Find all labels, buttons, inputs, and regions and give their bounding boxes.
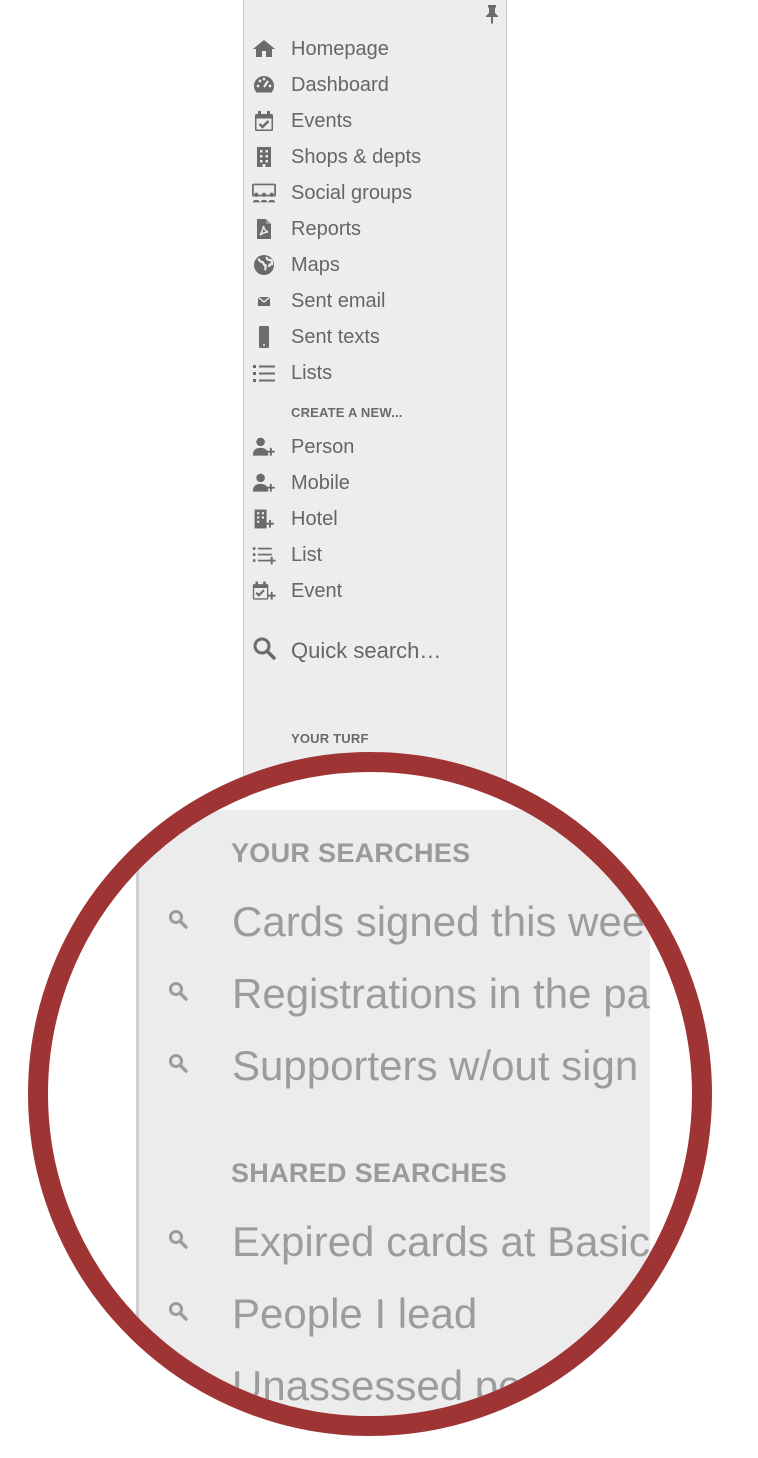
nav-label: List [291,543,323,566]
nav-label: Maps [291,253,340,276]
nav-lists[interactable]: Lists [244,355,506,391]
nav-sent-texts[interactable]: Sent texts [244,319,506,355]
shared-search-item[interactable]: Unassessed peopl [48,1362,650,1416]
pin-icon[interactable] [484,4,500,24]
create-person[interactable]: Person [244,429,506,465]
mobile-icon [252,325,276,349]
nav-label: Event [291,579,343,602]
nav-label: Reports [291,217,362,240]
your-turf-heading: YOUR TURF [291,731,369,746]
quick-search[interactable]: Quick search… [244,630,506,670]
shared-searches-heading: SHARED SEARCHES [231,1158,508,1188]
nav-shops-depts[interactable]: Shops & depts [244,139,506,175]
saved-search-item[interactable]: Registrations in the pa [48,970,650,1030]
calendar-check-icon [252,109,276,133]
nav-sent-email[interactable]: Sent email [244,283,506,319]
saved-search-item[interactable]: Cards signed this wee [48,898,650,958]
nav-label: Sent email [291,289,386,312]
nav-label: Mobile [291,471,350,494]
search-label: Cards signed this wee [232,898,646,945]
search-icon [252,636,278,662]
nav-dashboard[interactable]: Dashboard [244,67,506,103]
nav-label: Person [291,435,355,458]
nav-label: Lists [291,361,333,384]
building-icon [252,145,276,169]
nav-label: Hotel [291,507,338,530]
nav-social-groups[interactable]: Social groups [244,175,506,211]
nav-label: Shops & depts [291,145,422,168]
search-icon [165,1298,193,1326]
search-label: Registrations in the pa [232,970,650,1017]
search-label: People I lead [232,1290,478,1337]
add-event-icon [252,579,276,603]
create-mobile[interactable]: Mobile [244,465,506,501]
sidebar: Homepage Dashboard Events Shops & depts [243,0,507,790]
nav-events[interactable]: Events [244,103,506,139]
dashboard-icon [252,73,276,97]
create-hotel[interactable]: Hotel [244,501,506,537]
nav-homepage[interactable]: Homepage [244,31,506,67]
your-searches-heading: YOUR SEARCHES [231,838,471,868]
add-mobile-icon [252,471,276,495]
nav-maps[interactable]: Maps [244,247,506,283]
nav-label: Social groups [291,181,413,204]
search-label: Unassessed peopl [232,1362,578,1409]
shared-search-item[interactable]: People I lead [48,1290,650,1350]
envelope-icon [252,289,276,313]
search-icon [165,906,193,934]
saved-search-item[interactable]: Supporters w/out sign [48,1042,650,1102]
add-building-icon [252,507,276,531]
add-person-icon [252,435,276,459]
pdf-file-icon [252,217,276,241]
nav-label: Events [291,109,353,132]
group-icon [252,181,276,205]
create-event[interactable]: Event [244,573,506,609]
search-label: Supporters w/out sign [232,1042,639,1089]
magnifier-lens: YOUR SEARCHES Cards signed this wee Regi… [28,752,712,1436]
shared-search-item[interactable]: Expired cards at Basic [48,1218,650,1278]
create-new-heading: CREATE A NEW... [291,405,403,420]
list-icon [252,361,276,385]
home-icon [252,37,276,61]
globe-icon [252,253,276,277]
nav-label: Sent texts [291,325,380,348]
nav-reports[interactable]: Reports [244,211,506,247]
add-list-icon [252,543,276,567]
nav-label: Dashboard [291,73,389,96]
nav-label: Homepage [291,37,389,60]
create-list[interactable]: List [244,537,506,573]
search-icon [165,1226,193,1254]
quick-search-label: Quick search… [291,638,442,663]
search-icon [165,978,193,1006]
search-icon [165,1050,193,1078]
search-label: Expired cards at Basic [232,1218,650,1265]
